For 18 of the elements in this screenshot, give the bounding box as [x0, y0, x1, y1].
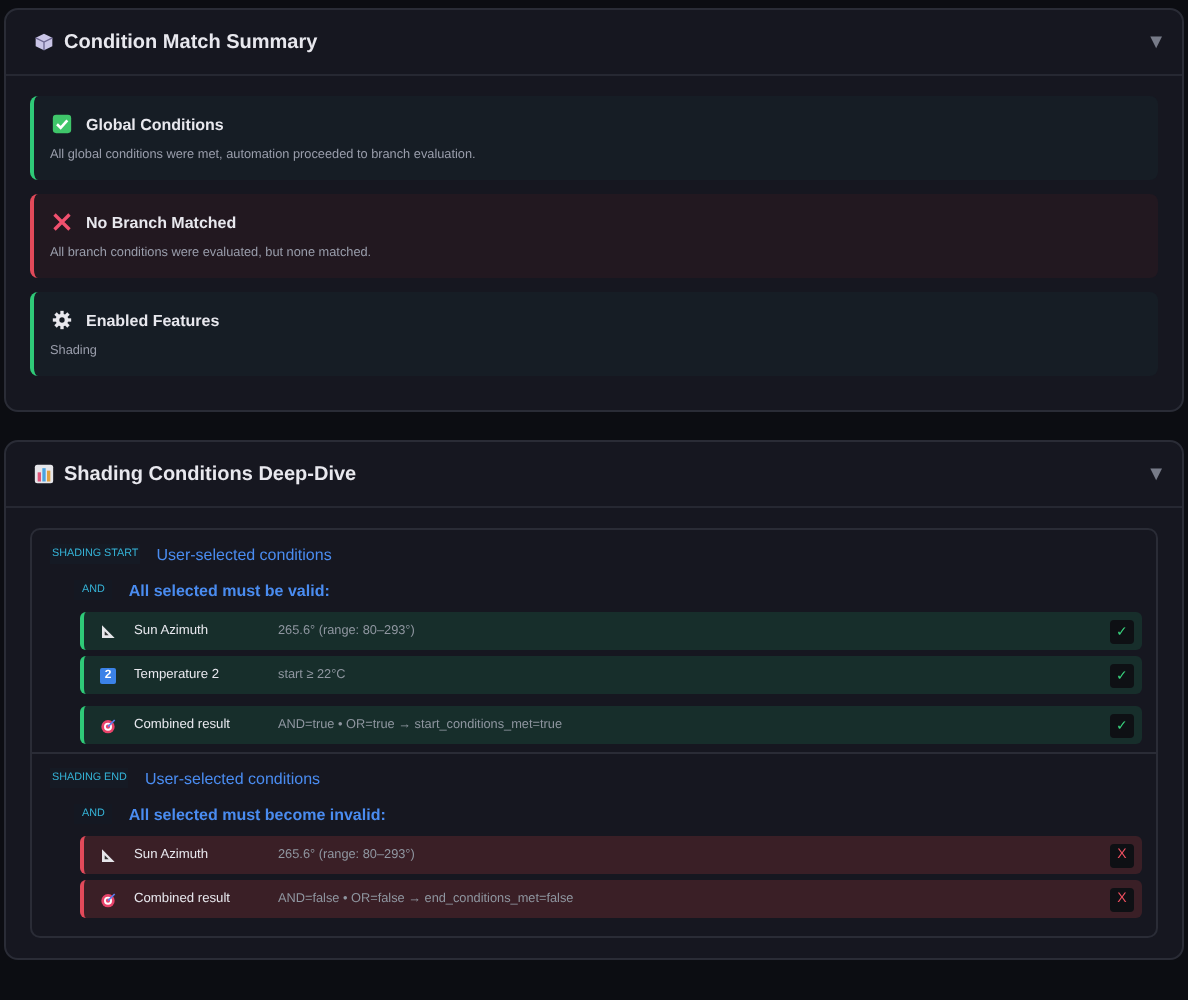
panel-title: Condition Match Summary [64, 31, 320, 53]
cube-icon [34, 32, 54, 52]
panel-title: Shading Conditions Deep-Dive [64, 463, 359, 485]
card-title: No Branch Matched [86, 213, 237, 231]
check-icon [52, 114, 72, 134]
cross-icon [52, 212, 72, 232]
card-title: Global Conditions [86, 115, 224, 133]
target-icon [100, 717, 116, 733]
rule-heading: All selected must become invalid: [128, 805, 386, 823]
section-heading: User-selected conditions [156, 545, 332, 563]
bar-chart-icon [34, 464, 54, 484]
target-icon [100, 891, 116, 907]
card-title: Enabled Features [86, 311, 220, 329]
collapse-toggle[interactable]: ▼ [1146, 31, 1166, 53]
section-heading: User-selected conditions [144, 769, 321, 787]
gear-icon [52, 310, 72, 330]
rule-heading: All selected must be valid: [128, 581, 330, 599]
collapse-toggle[interactable]: ▼ [1146, 463, 1166, 485]
